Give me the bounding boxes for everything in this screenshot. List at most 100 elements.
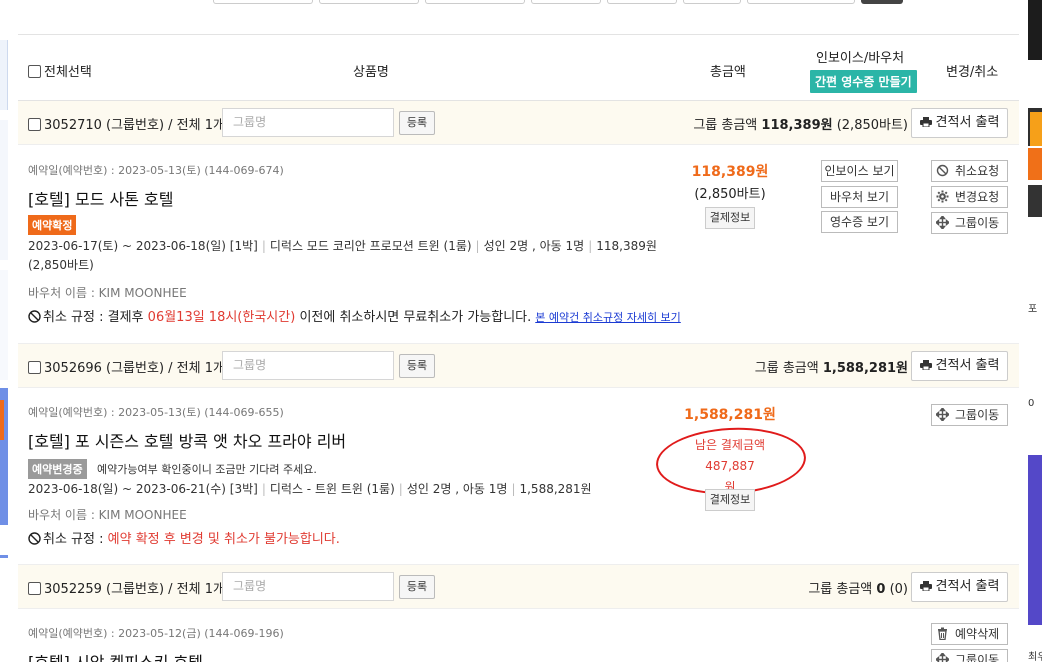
- policy-deadline: 06월13일 18시(한국시간): [147, 310, 296, 325]
- reservation-item: 예약일(예약번호) : 2023-05-13(토) (144-069-655) …: [18, 388, 1019, 565]
- register-button[interactable]: 등록: [399, 111, 435, 135]
- group-name-input[interactable]: 그룹명: [222, 108, 394, 137]
- simple-receipt-button[interactable]: 간편 영수증 만들기: [810, 70, 917, 93]
- no-icon: [28, 532, 41, 545]
- filter-field[interactable]: [213, 0, 313, 4]
- right-dark-fragment: [1028, 185, 1042, 217]
- status-badge: 예약확정: [28, 215, 77, 235]
- filter-field[interactable]: [747, 0, 855, 4]
- receipt-view-button[interactable]: 영수증 보기: [821, 211, 898, 233]
- delete-reservation-button[interactable]: 예약삭제: [931, 623, 1008, 645]
- group-checkbox[interactable]: [28, 361, 41, 374]
- policy-label: 취소 규정 :: [43, 310, 104, 325]
- group-move-label: 그룹이동: [955, 653, 1000, 662]
- payment-info-button[interactable]: 결제정보: [705, 207, 755, 229]
- left-edge: [0, 0, 10, 662]
- left-panel-fragment: [0, 270, 8, 380]
- filter-field[interactable]: [425, 0, 525, 4]
- column-product: 상품명: [353, 65, 389, 80]
- filter-field[interactable]: [607, 0, 677, 4]
- print-quote-button[interactable]: 견적서 출력: [911, 108, 1008, 138]
- item-price: 118,389원: [691, 164, 769, 180]
- select-all-label: 전체선택: [44, 65, 92, 80]
- printer-icon: [919, 117, 932, 127]
- no-icon: [28, 310, 41, 323]
- filter-field[interactable]: [319, 0, 419, 4]
- right-text-fragment: 최우: [1028, 648, 1042, 662]
- filter-field[interactable]: [683, 0, 741, 4]
- product-name[interactable]: [호텔] 시암 켐피스키 호텔: [28, 649, 203, 662]
- group-total: 그룹 총금액 1,588,281원: [755, 357, 908, 376]
- move-icon: [936, 216, 949, 229]
- group-total-value: 118,389원: [761, 118, 833, 133]
- reservation-item: 예약일(예약번호) : 2023-05-12(금) (144-069-196) …: [18, 609, 1019, 662]
- status-note: 예약가능여부 확인중이니 조금만 기다려 주세요.: [97, 463, 317, 476]
- product-name[interactable]: [호텔] 모드 사톤 호텔: [28, 186, 174, 210]
- voucher-name: 바우처 이름 : KIM MOONHEE: [28, 286, 187, 300]
- print-quote-label: 견적서 출력: [935, 579, 1000, 594]
- detail-price-extra: (2,850바트): [28, 258, 94, 272]
- move-icon: [936, 408, 949, 421]
- right-edge: 포 0 최우: [1028, 0, 1042, 662]
- cancel-policy: 취소 규정 : 예약 확정 후 변경 및 취소가 불가능합니다.: [28, 528, 340, 547]
- left-arrow-fragment: [0, 525, 8, 555]
- group-checkbox[interactable]: [28, 118, 41, 131]
- column-change-cancel: 변경/취소: [946, 65, 999, 80]
- status-badge: 예약변경중: [28, 459, 87, 479]
- group-total: 그룹 총금액 0 (0): [808, 578, 908, 597]
- group-move-button[interactable]: 그룹이동: [931, 404, 1008, 426]
- group-total-extra: (2,850바트): [836, 118, 908, 133]
- group-move-button[interactable]: 그룹이동: [931, 649, 1008, 662]
- right-banner-fragment: [1028, 455, 1042, 625]
- print-quote-button[interactable]: 견적서 출력: [911, 572, 1008, 602]
- group-total-value: 1,588,281원: [822, 361, 908, 376]
- right-text-fragment: 포: [1028, 300, 1042, 320]
- group-name-input[interactable]: 그룹명: [222, 572, 394, 601]
- select-all-checkbox[interactable]: [28, 65, 41, 78]
- print-quote-label: 견적서 출력: [935, 115, 1000, 130]
- product-name[interactable]: [호텔] 포 시즌스 호텔 방콕 앳 차오 프라야 리버: [28, 428, 346, 452]
- group-checkbox[interactable]: [28, 582, 41, 595]
- reservation-meta: 예약일(예약번호) : 2023-05-12(금) (144-069-196): [28, 627, 284, 640]
- group-total: 그룹 총금액 118,389원 (2,850바트): [693, 114, 908, 133]
- group-number-text: 3052710 (그룹번호) / 전체 1개 /: [44, 118, 234, 133]
- room-type: 디럭스 모드 코리안 프로모션 트윈 (1룸): [269, 239, 472, 253]
- detail-price: 1,588,281원: [519, 482, 592, 496]
- change-request-button[interactable]: 변경요청: [931, 186, 1008, 208]
- guest-count: 성인 2명 , 아동 1명: [483, 239, 585, 253]
- group-total-extra: (0): [889, 582, 908, 597]
- right-orange-fragment: [1028, 148, 1042, 180]
- group-row: 3052696 (그룹번호) / 전체 1개 / 그룹명 등록 그룹 총금액 1…: [18, 344, 1019, 388]
- group-total-label: 그룹 총금액: [754, 361, 819, 376]
- right-fragment: [1028, 62, 1042, 106]
- group-move-button[interactable]: 그룹이동: [931, 212, 1008, 234]
- filter-field[interactable]: [531, 0, 601, 4]
- print-quote-button[interactable]: 견적서 출력: [911, 351, 1008, 381]
- change-request-label: 변경요청: [955, 190, 1000, 204]
- register-button[interactable]: 등록: [399, 575, 435, 599]
- group-number-text: 3052696 (그룹번호) / 전체 1개 /: [44, 361, 234, 376]
- select-all[interactable]: 전체선택: [28, 61, 92, 80]
- voucher-view-button[interactable]: 바우처 보기: [821, 186, 898, 208]
- column-invoice-voucher: 인보이스/바우처: [816, 51, 905, 66]
- group-name-input[interactable]: 그룹명: [222, 351, 394, 380]
- register-button[interactable]: 등록: [399, 354, 435, 378]
- cancel-request-label: 취소요청: [955, 164, 1000, 178]
- payment-info-button[interactable]: 결제정보: [705, 489, 755, 511]
- group-number-text: 3052259 (그룹번호) / 전체 1개 /: [44, 582, 234, 597]
- policy-pre: 결제후: [107, 310, 144, 325]
- policy-label: 취소 규정 :: [43, 532, 104, 547]
- policy-detail-link[interactable]: 본 예약건 취소규정 자세히 보기: [535, 311, 681, 324]
- group-row: 3052259 (그룹번호) / 전체 1개 / 그룹명 등록 그룹 총금액 0…: [18, 565, 1019, 609]
- group-total-label: 그룹 총금액: [808, 582, 873, 597]
- ban-icon: [936, 164, 949, 177]
- policy-post: 이전에 취소하시면 무료취소가 가능합니다.: [299, 310, 532, 325]
- cancel-request-button[interactable]: 취소요청: [931, 160, 1008, 182]
- group-info: 3052710 (그룹번호) / 전체 1개 /: [28, 114, 233, 133]
- search-button[interactable]: [861, 0, 903, 4]
- invoice-view-button[interactable]: 인보이스 보기: [821, 160, 898, 182]
- gear-icon: [936, 190, 949, 203]
- printer-icon: [919, 581, 932, 591]
- stay-dates: 2023-06-18(일) ~ 2023-06-21(수) [3박]: [28, 482, 258, 496]
- group-row: 3052710 (그룹번호) / 전체 1개 / 그룹명 등록 그룹 총금액 1…: [18, 101, 1019, 145]
